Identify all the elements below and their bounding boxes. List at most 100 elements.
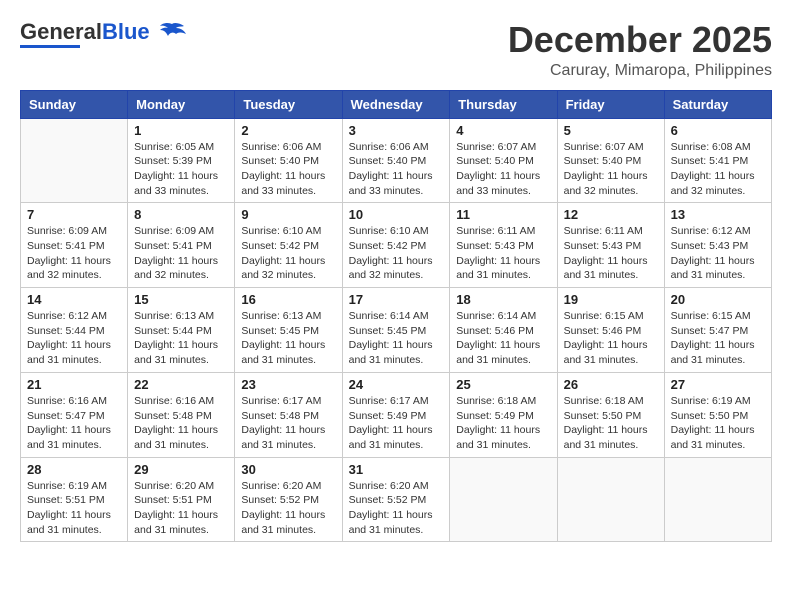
day-info: Sunrise: 6:09 AMSunset: 5:41 PMDaylight:… [27,224,121,283]
day-number: 18 [456,292,550,307]
day-number: 26 [564,377,658,392]
day-info: Sunrise: 6:17 AMSunset: 5:49 PMDaylight:… [349,394,444,453]
day-number: 15 [134,292,228,307]
table-row: 25 Sunrise: 6:18 AMSunset: 5:49 PMDayligh… [450,372,557,457]
day-info: Sunrise: 6:17 AMSunset: 5:48 PMDaylight:… [241,394,335,453]
day-info: Sunrise: 6:05 AMSunset: 5:39 PMDaylight:… [134,140,228,199]
table-row: 13 Sunrise: 6:12 AMSunset: 5:43 PMDayligh… [664,203,771,288]
table-row: 6Sunrise: 6:08 AMSunset: 5:41 PMDaylight… [664,118,771,203]
table-row: 15 Sunrise: 6:13 AMSunset: 5:44 PMDayligh… [128,288,235,373]
day-info: Sunrise: 6:15 AMSunset: 5:46 PMDaylight:… [564,309,658,368]
day-number: 5 [564,123,658,138]
table-row: 20Sunrise: 6:15 AMSunset: 5:47 PMDayligh… [664,288,771,373]
day-info: Sunrise: 6:10 AMSunset: 5:42 PMDaylight:… [241,224,335,283]
day-number: 22 [134,377,228,392]
table-row: 28 Sunrise: 6:19 AMSunset: 5:51 PMDayligh… [21,457,128,542]
table-row: 18 Sunrise: 6:14 AMSunset: 5:46 PMDayligh… [450,288,557,373]
day-number: 10 [349,207,444,222]
table-row: 19 Sunrise: 6:15 AMSunset: 5:46 PMDayligh… [557,288,664,373]
calendar-table: Sunday Monday Tuesday Wednesday Thursday… [20,90,772,543]
day-info: Sunrise: 6:11 AMSunset: 5:43 PMDaylight:… [456,224,550,283]
day-info: Sunrise: 6:18 AMSunset: 5:50 PMDaylight:… [564,394,658,453]
header-friday: Friday [557,90,664,118]
table-row: 5 Sunrise: 6:07 AMSunset: 5:40 PMDaylight… [557,118,664,203]
day-number: 17 [349,292,444,307]
table-row [664,457,771,542]
day-number: 24 [349,377,444,392]
calendar-week-row: 21Sunrise: 6:16 AMSunset: 5:47 PMDayligh… [21,372,772,457]
day-info: Sunrise: 6:10 AMSunset: 5:42 PMDaylight:… [349,224,444,283]
table-row: 22 Sunrise: 6:16 AMSunset: 5:48 PMDayligh… [128,372,235,457]
day-number: 23 [241,377,335,392]
calendar-week-row: 7 Sunrise: 6:09 AMSunset: 5:41 PMDaylight… [21,203,772,288]
header-wednesday: Wednesday [342,90,450,118]
table-row: 17 Sunrise: 6:14 AMSunset: 5:45 PMDayligh… [342,288,450,373]
logo: GeneralBlue [20,20,186,48]
header-sunday: Sunday [21,90,128,118]
day-info: Sunrise: 6:12 AMSunset: 5:43 PMDaylight:… [671,224,765,283]
table-row: 30 Sunrise: 6:20 AMSunset: 5:52 PMDayligh… [235,457,342,542]
day-number: 7 [27,207,121,222]
table-row: 29 Sunrise: 6:20 AMSunset: 5:51 PMDayligh… [128,457,235,542]
calendar-week-row: 14 Sunrise: 6:12 AMSunset: 5:44 PMDayligh… [21,288,772,373]
day-info: Sunrise: 6:19 AMSunset: 5:51 PMDaylight:… [27,479,121,538]
table-row: 23 Sunrise: 6:17 AMSunset: 5:48 PMDayligh… [235,372,342,457]
day-number: 2 [241,123,335,138]
table-row: 24 Sunrise: 6:17 AMSunset: 5:49 PMDayligh… [342,372,450,457]
table-row [557,457,664,542]
day-info: Sunrise: 6:13 AMSunset: 5:44 PMDaylight:… [134,309,228,368]
table-row: 4Sunrise: 6:07 AMSunset: 5:40 PMDaylight… [450,118,557,203]
day-number: 30 [241,462,335,477]
day-number: 28 [27,462,121,477]
day-info: Sunrise: 6:15 AMSunset: 5:47 PMDaylight:… [671,309,765,368]
day-number: 1 [134,123,228,138]
page-header: GeneralBlue December 2025 Caruray, Mimar… [20,20,772,80]
table-row: 11 Sunrise: 6:11 AMSunset: 5:43 PMDayligh… [450,203,557,288]
logo-general: General [20,19,102,44]
table-row: 21Sunrise: 6:16 AMSunset: 5:47 PMDayligh… [21,372,128,457]
month-title: December 2025 [508,20,772,60]
table-row: 31 Sunrise: 6:20 AMSunset: 5:52 PMDayligh… [342,457,450,542]
table-row: 14 Sunrise: 6:12 AMSunset: 5:44 PMDayligh… [21,288,128,373]
day-number: 8 [134,207,228,222]
day-number: 16 [241,292,335,307]
day-number: 25 [456,377,550,392]
table-row: 9 Sunrise: 6:10 AMSunset: 5:42 PMDaylight… [235,203,342,288]
table-row: 10 Sunrise: 6:10 AMSunset: 5:42 PMDayligh… [342,203,450,288]
table-row [21,118,128,203]
day-number: 14 [27,292,121,307]
calendar-week-row: 28 Sunrise: 6:19 AMSunset: 5:51 PMDayligh… [21,457,772,542]
day-number: 12 [564,207,658,222]
table-row: 3Sunrise: 6:06 AMSunset: 5:40 PMDaylight… [342,118,450,203]
day-info: Sunrise: 6:19 AMSunset: 5:50 PMDaylight:… [671,394,765,453]
day-number: 31 [349,462,444,477]
day-number: 13 [671,207,765,222]
logo-blue: Blue [102,19,150,44]
day-info: Sunrise: 6:20 AMSunset: 5:52 PMDaylight:… [349,479,444,538]
table-row: 16 Sunrise: 6:13 AMSunset: 5:45 PMDayligh… [235,288,342,373]
day-number: 11 [456,207,550,222]
logo-bird-icon [158,22,186,44]
day-info: Sunrise: 6:12 AMSunset: 5:44 PMDaylight:… [27,309,121,368]
day-number: 9 [241,207,335,222]
day-number: 21 [27,377,121,392]
day-info: Sunrise: 6:20 AMSunset: 5:51 PMDaylight:… [134,479,228,538]
day-info: Sunrise: 6:16 AMSunset: 5:48 PMDaylight:… [134,394,228,453]
header-thursday: Thursday [450,90,557,118]
day-number: 19 [564,292,658,307]
table-row: 26 Sunrise: 6:18 AMSunset: 5:50 PMDayligh… [557,372,664,457]
day-info: Sunrise: 6:09 AMSunset: 5:41 PMDaylight:… [134,224,228,283]
table-row: 27Sunrise: 6:19 AMSunset: 5:50 PMDayligh… [664,372,771,457]
day-number: 6 [671,123,765,138]
day-info: Sunrise: 6:14 AMSunset: 5:46 PMDaylight:… [456,309,550,368]
day-info: Sunrise: 6:18 AMSunset: 5:49 PMDaylight:… [456,394,550,453]
day-info: Sunrise: 6:20 AMSunset: 5:52 PMDaylight:… [241,479,335,538]
day-info: Sunrise: 6:14 AMSunset: 5:45 PMDaylight:… [349,309,444,368]
day-number: 29 [134,462,228,477]
header-monday: Monday [128,90,235,118]
day-info: Sunrise: 6:07 AMSunset: 5:40 PMDaylight:… [456,140,550,199]
day-info: Sunrise: 6:13 AMSunset: 5:45 PMDaylight:… [241,309,335,368]
table-row: 7 Sunrise: 6:09 AMSunset: 5:41 PMDaylight… [21,203,128,288]
table-row: 12Sunrise: 6:11 AMSunset: 5:43 PMDayligh… [557,203,664,288]
day-info: Sunrise: 6:07 AMSunset: 5:40 PMDaylight:… [564,140,658,199]
